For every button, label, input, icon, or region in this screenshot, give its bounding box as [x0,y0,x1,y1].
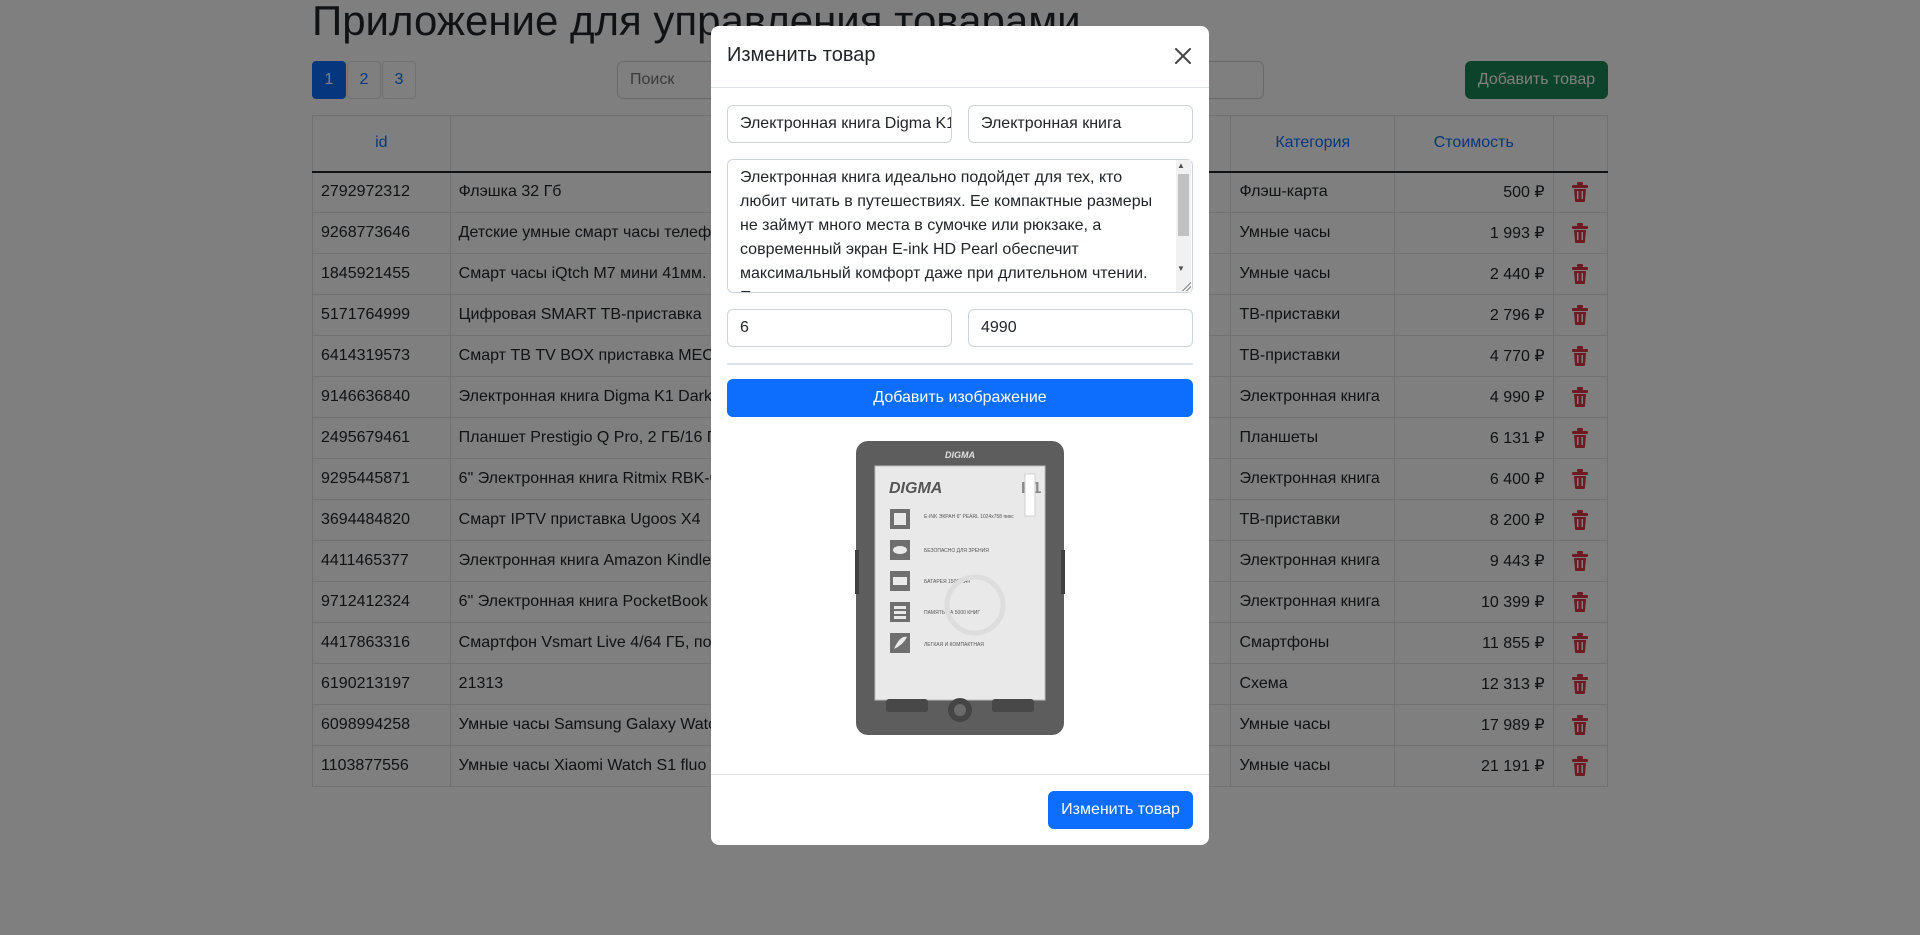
modal-footer: Изменить товар [711,774,1209,845]
feature-books-icon [890,602,910,622]
product-name-field[interactable]: Электронная книга Digma K1 Dark Grey [727,105,952,143]
edit-product-modal: Изменить товар Электронная книга Digma K… [711,26,1209,845]
device-brand: DIGMA [889,480,942,497]
feature-battery-icon [890,571,910,591]
scroll-down-arrow-icon[interactable]: ▼ [1177,264,1185,273]
product-description-field[interactable]: Электронная книга идеально подойдет для … [727,159,1193,293]
description-scroll-thumb[interactable] [1178,174,1189,236]
feature-feather-icon [890,633,910,653]
feature-text-feather: ЛЕГКАЯ И КОМПАКТНАЯ [924,642,984,648]
add-image-button[interactable]: Добавить изображение [727,379,1193,417]
scroll-up-arrow-icon[interactable]: ▲ [1177,161,1185,170]
modal-title: Изменить товар [727,44,876,66]
close-icon[interactable] [1173,46,1193,66]
feature-screen-icon [890,509,910,529]
submit-edit-button[interactable]: Изменить товар [1048,791,1193,829]
feature-text-books: ПАМЯТЬ НА 5000 КНИГ [924,610,980,616]
feature-eye-icon [890,540,910,560]
modal-header: Изменить товар [711,26,1209,88]
resize-grip-icon[interactable] [1181,281,1191,291]
product-price-field[interactable]: 4990 [968,309,1193,347]
product-image: DIGMA DIGMA K1 E-INK ЭКРАН 6" PEARL 1024… [855,441,1065,735]
product-category-field[interactable]: Электронная книга [968,105,1193,143]
feature-text-screen: E-INK ЭКРАН 6" PEARL 1024x758 пикс [924,514,1014,520]
modal-divider [727,363,1193,365]
product-quantity-field[interactable]: 6 [727,309,952,347]
device-brand-top: DIGMA [945,450,975,460]
feature-text-eye: БЕЗОПАСНО ДЛЯ ЗРЕНИЯ [924,548,989,554]
